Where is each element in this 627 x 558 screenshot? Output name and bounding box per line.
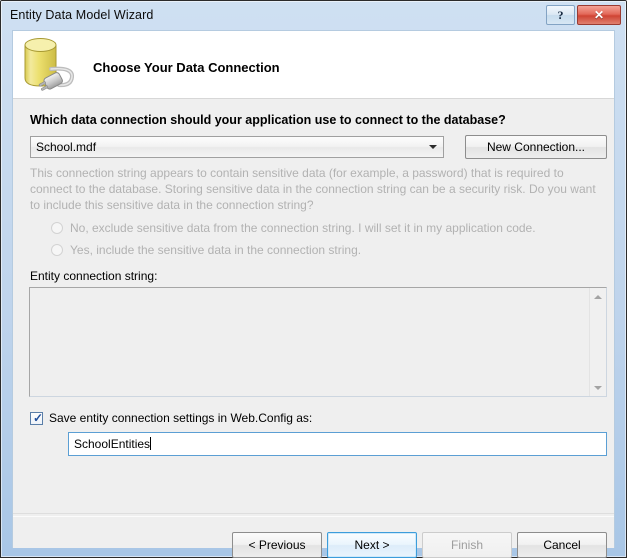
title-bar[interactable]: Entity Data Model Wizard ? ✕ [2, 2, 625, 30]
data-connection-value: School.mdf [36, 140, 97, 154]
check-icon: ✓ [33, 410, 44, 425]
data-connection-combobox[interactable]: School.mdf [30, 136, 444, 158]
radio-include-sensitive-data[interactable]: Yes, include the sensitive data in the c… [51, 241, 361, 259]
entity-connection-name-value: SchoolEntities [74, 437, 151, 451]
database-connection-icon [17, 33, 81, 95]
previous-button[interactable]: < Previous [232, 532, 322, 558]
entity-data-model-wizard-window: Entity Data Model Wizard ? ✕ Choose Your… [0, 0, 627, 558]
wizard-client-area: Choose Your Data Connection Which data c… [12, 30, 615, 558]
wizard-header: Choose Your Data Connection [13, 31, 614, 98]
new-connection-button[interactable]: New Connection... [465, 135, 607, 159]
next-button[interactable]: Next > [327, 532, 417, 558]
save-settings-label: Save entity connection settings in Web.C… [49, 411, 313, 425]
sensitive-data-description: This connection string appears to contai… [30, 166, 596, 212]
entity-connection-string-label: Entity connection string: [30, 269, 158, 283]
entity-connection-string-scrollbar[interactable] [589, 288, 606, 396]
cancel-button[interactable]: Cancel [517, 532, 607, 558]
title-bar-buttons: ? ✕ [546, 5, 621, 25]
entity-connection-name-input[interactable]: SchoolEntities [68, 432, 607, 456]
save-settings-checkbox[interactable]: ✓ [30, 410, 44, 425]
save-settings-checkbox-row[interactable]: ✓ Save entity connection settings in Web… [30, 411, 312, 425]
window-title: Entity Data Model Wizard [10, 8, 154, 22]
text-caret [150, 437, 152, 450]
footer-separator [13, 513, 614, 517]
radio-exclude-sensitive-data[interactable]: No, exclude sensitive data from the conn… [51, 219, 536, 237]
triangle-up-icon[interactable] [590, 288, 606, 305]
connection-question-label: Which data connection should your applic… [30, 113, 506, 127]
radio-label-exclude: No, exclude sensitive data from the conn… [70, 221, 536, 235]
triangle-down-icon[interactable] [590, 379, 606, 396]
page-title: Choose Your Data Connection [93, 60, 280, 75]
entity-connection-string-textarea[interactable] [29, 287, 607, 397]
radio-label-include: Yes, include the sensitive data in the c… [70, 243, 362, 257]
radio-indicator [51, 222, 63, 234]
close-button[interactable]: ✕ [577, 5, 621, 25]
finish-button: Finish [422, 532, 512, 558]
chevron-down-icon[interactable] [423, 137, 443, 157]
wizard-footer-buttons: < Previous Next > Finish Cancel [13, 532, 614, 558]
wizard-body: Which data connection should your applic… [13, 98, 614, 558]
radio-indicator [51, 244, 63, 256]
help-button[interactable]: ? [546, 5, 575, 25]
